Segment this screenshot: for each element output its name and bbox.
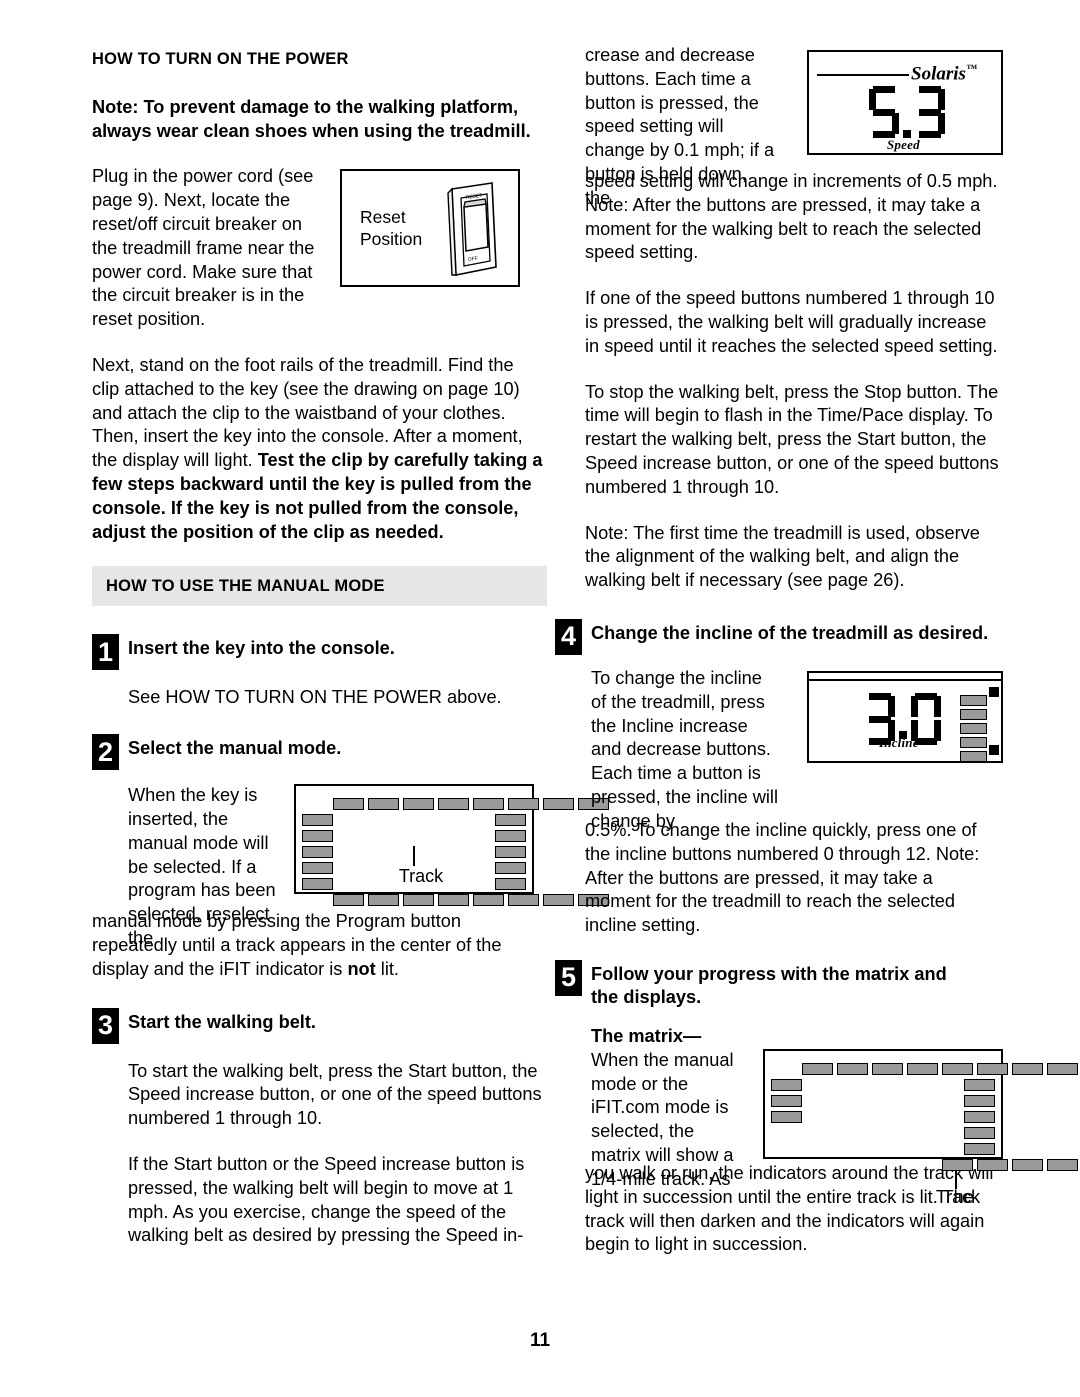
- step-5: 5 Follow your progress with the matrix a…: [555, 959, 1000, 1009]
- step-1-title: Insert the key into the console.: [128, 638, 395, 659]
- step-5-title: Follow your progress with the matrix and…: [591, 963, 947, 1007]
- incline-bar-3: [960, 722, 987, 734]
- incline-level-indicator: [960, 694, 987, 765]
- step-5-figure-row: The matrix— When the manual mode or the …: [585, 1025, 1078, 1207]
- step-3-body-a: To start the walking belt, press the Sta…: [128, 1060, 542, 1129]
- step-1: 1 Insert the key into the console.: [92, 634, 544, 671]
- step-3-number: 3: [92, 1007, 119, 1044]
- step-2-title: Select the manual mode.: [128, 738, 342, 759]
- speed-decimal-point: [903, 86, 912, 138]
- step-3-body-wrap: To start the walking belt, press the Sta…: [92, 1060, 544, 1249]
- step-4-body-wrap: To change the incline of the treadmill, …: [591, 667, 779, 831]
- step-4-figure-row: To change the incline of the treadmill, …: [585, 667, 1003, 831]
- speed-digit-1: [869, 86, 899, 138]
- clip-paragraph: Next, stand on the foot rails of the tre…: [92, 354, 544, 544]
- speed-console-figure: Solaris™ Speed: [807, 50, 1003, 155]
- step-1-body: See HOW TO TURN ON THE POWER above.: [128, 687, 502, 708]
- solaris-brand: Solaris™: [911, 63, 977, 85]
- step-1-number: 1: [92, 634, 119, 671]
- note-paragraph: Note: To prevent damage to the walking p…: [92, 96, 531, 141]
- left-column: HOW TO TURN ON THE POWER Note: To preven…: [92, 50, 609, 1270]
- step-3: 3 Start the walking belt.: [92, 1007, 544, 1044]
- step-2-number: 2: [92, 734, 119, 771]
- stop-button-paragraph: To stop the walking belt, press the Stop…: [585, 381, 999, 497]
- speed-buttons-paragraph: If one of the speed buttons numbered 1 t…: [585, 288, 998, 356]
- incline-top-rule: [809, 678, 1001, 681]
- step-2-body-bold: not: [347, 958, 376, 979]
- incline-console-figure: Incline: [807, 670, 1003, 765]
- incline-unit-label: Incline: [879, 734, 919, 750]
- speed-digit-2: [915, 86, 945, 138]
- step-5-number: 5: [555, 959, 582, 996]
- step-3-body-b: If the Start button or the Speed increas…: [128, 1153, 525, 1246]
- step-4-number: 4: [555, 618, 582, 655]
- reset-label-line1: Reset: [360, 207, 406, 228]
- brand-rule: [817, 74, 909, 77]
- step-4: 4 Change the incline of the treadmill as…: [555, 618, 1000, 655]
- incline-cap-bottom: [989, 744, 999, 755]
- step-2: 2 Select the manual mode.: [92, 734, 544, 771]
- page-title: HOW TO TURN ON THE POWER: [92, 50, 349, 68]
- incline-bar-2: [960, 736, 987, 748]
- reset-position-label: Reset Position: [342, 206, 442, 250]
- incline-digit-2: [911, 692, 941, 745]
- speed-unit-label: Speed: [887, 137, 920, 152]
- step-2-body-b: lit.: [375, 958, 399, 979]
- speed-display-row: crease and decrease buttons. Each time a…: [585, 45, 1003, 208]
- solaris-brand-text: Solaris: [911, 63, 966, 85]
- step-4-title: Change the incline of the treadmill as d…: [591, 622, 989, 643]
- incline-value-lcd: [865, 692, 945, 745]
- incline-digit-1: [865, 692, 895, 745]
- step-5-body-wrap: When the manual mode or the iFIT.com mod…: [591, 1049, 734, 1189]
- incline-cap-top: [989, 686, 999, 697]
- track-figure-full: Track: [294, 784, 609, 907]
- alignment-note-paragraph: Note: The first time the treadmill is us…: [585, 522, 980, 591]
- manual-mode-section-heading: HOW TO USE THE MANUAL MODE: [106, 576, 385, 595]
- incline-decimal-point: [899, 693, 908, 739]
- step-4-body-continued: 0.5%. To change the incline quickly, pre…: [585, 819, 980, 936]
- reset-position-figure: Reset Position RESET OFF: [340, 169, 520, 288]
- speed-value-lcd: [869, 86, 949, 138]
- step-2-figure-row: When the key is inserted, the manual mod…: [92, 784, 609, 948]
- step-3-title: Start the walking belt.: [128, 1011, 316, 1032]
- reset-label-line2: Position: [360, 229, 423, 250]
- step-1-body-wrap: See HOW TO TURN ON THE POWER above.: [92, 686, 544, 710]
- incline-bar-4: [960, 708, 987, 720]
- circuit-breaker-icon: RESET OFF: [447, 182, 497, 277]
- manual-mode-section-band: HOW TO USE THE MANUAL MODE: [92, 566, 547, 607]
- right-column: crease and decrease buttons. Each time a…: [555, 45, 1078, 1279]
- matrix-subtitle: The matrix—: [591, 1025, 702, 1046]
- document-page: HOW TO TURN ON THE POWER Note: To preven…: [0, 0, 1080, 1397]
- track-figure-full-label: Track: [398, 866, 444, 887]
- step-2-body-wrap: When the key is inserted, the manual mod…: [128, 785, 276, 948]
- trademark-icon: ™: [965, 63, 977, 75]
- incline-bar-5: [960, 694, 987, 706]
- track-figure-partial: Track: [763, 1048, 1078, 1207]
- incline-bar-1: [960, 750, 987, 762]
- track-figure-partial-label: Track: [935, 1186, 981, 1207]
- page-number: 11: [529, 1330, 551, 1351]
- speed-para-wrap: crease and decrease buttons. Each time a…: [585, 45, 775, 208]
